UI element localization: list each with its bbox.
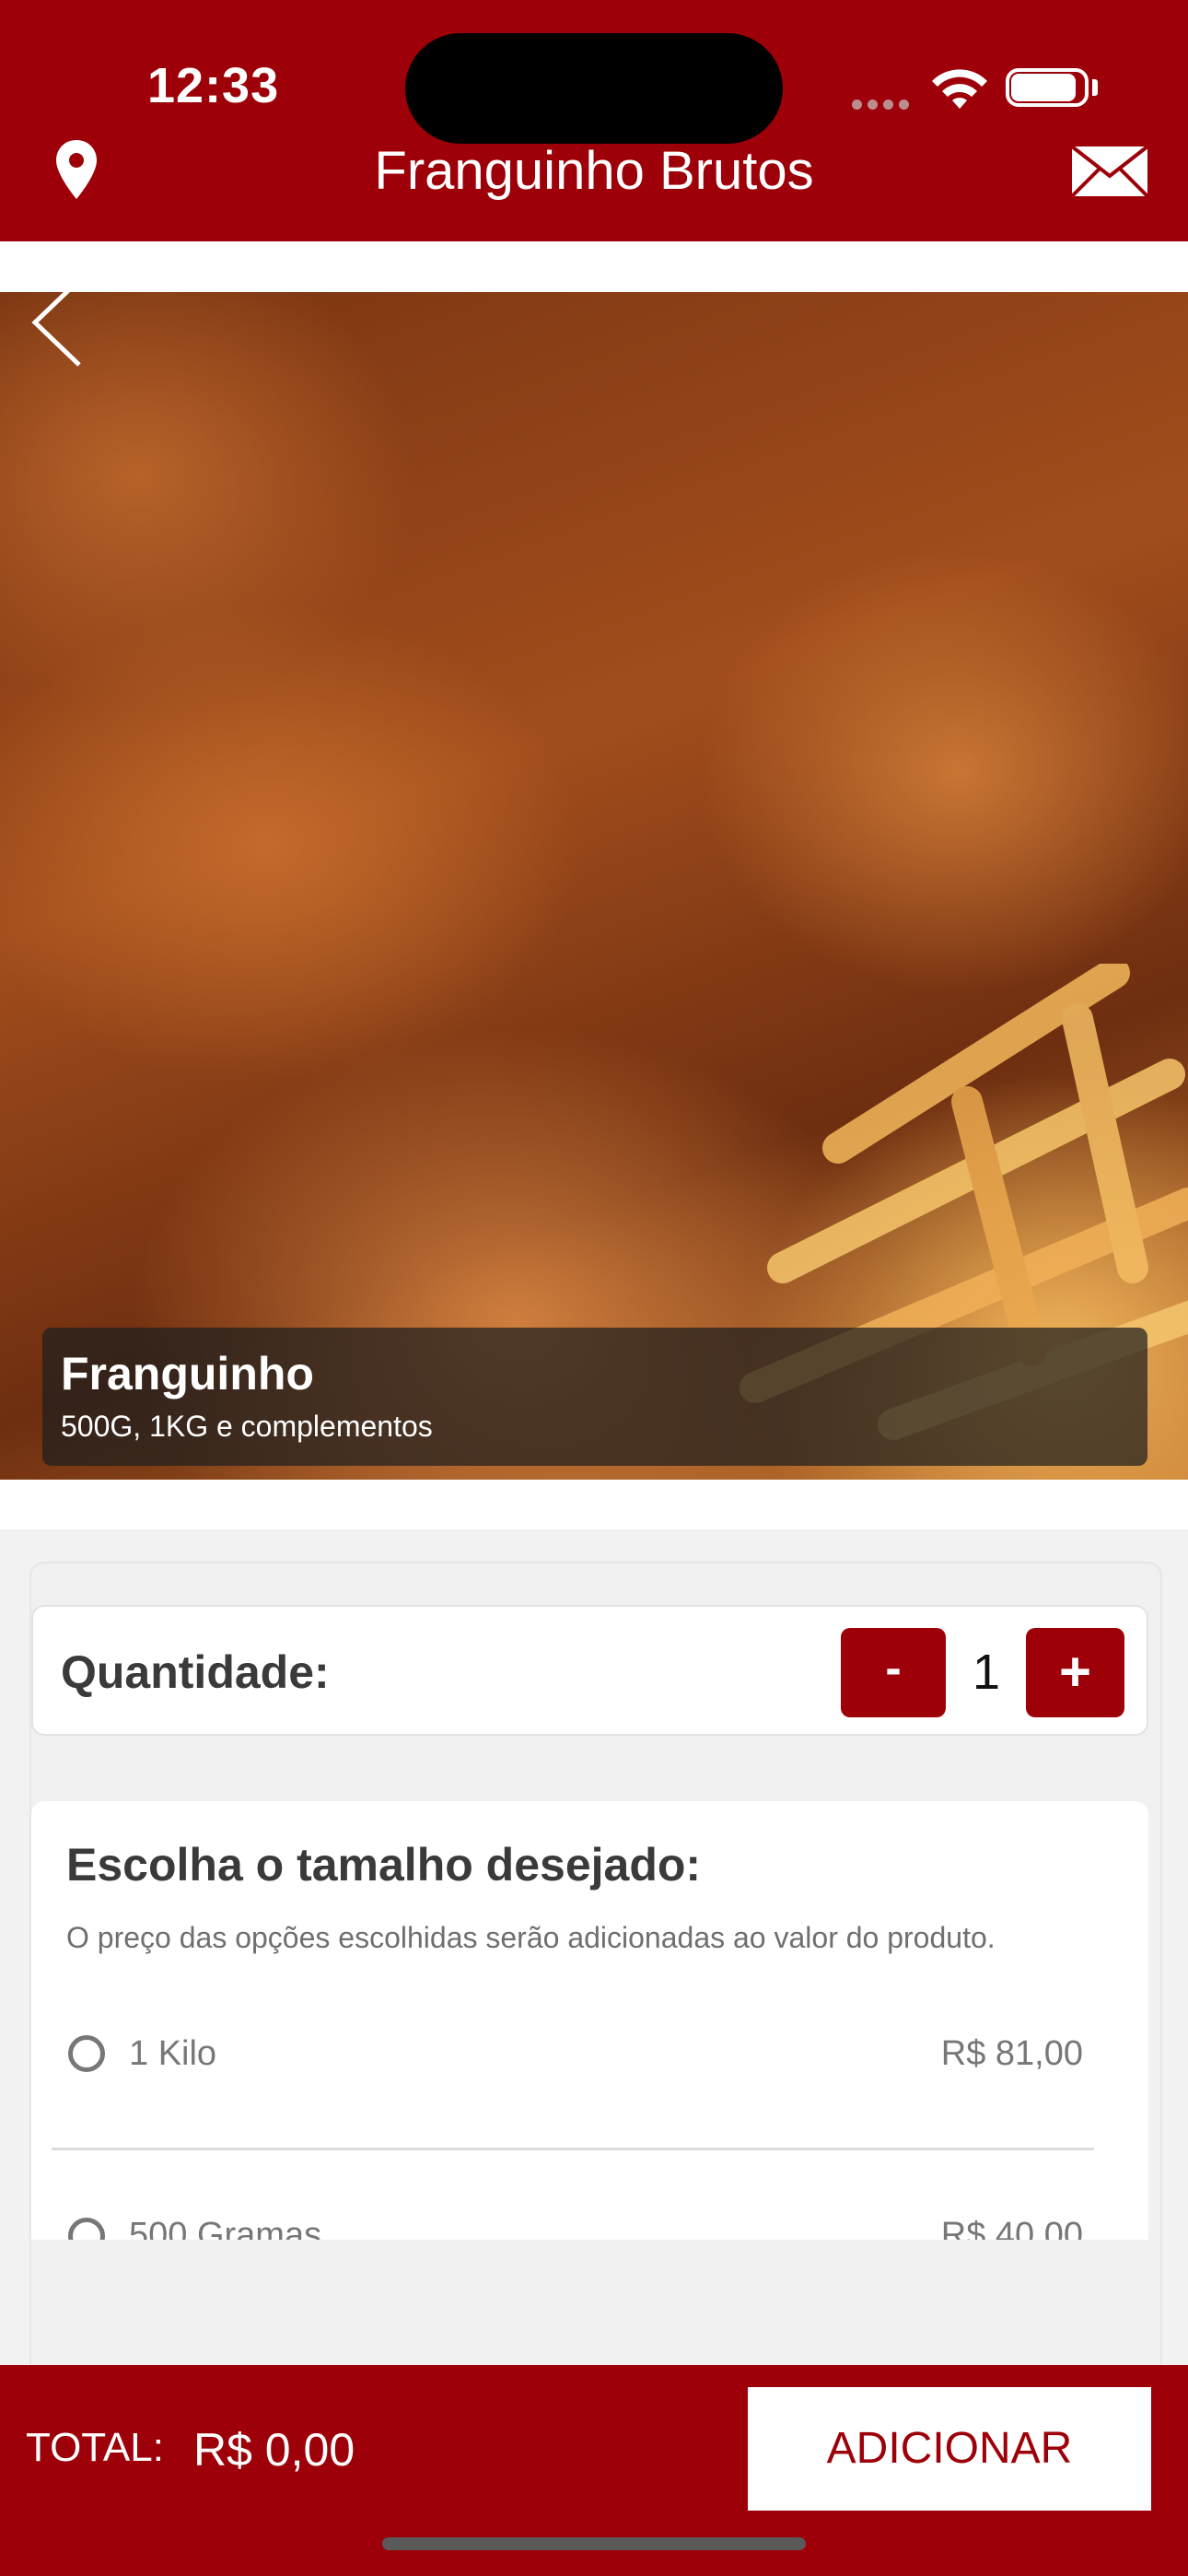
decrease-quantity-button[interactable]: - xyxy=(841,1628,946,1717)
option-name[interactable]: 500 Gramas xyxy=(129,2216,321,2240)
battery-tip xyxy=(1092,79,1098,96)
spacer xyxy=(0,1480,1188,1529)
add-button[interactable]: ADICIONAR xyxy=(748,2387,1151,2511)
options-title: Escolha o tamalho desejado: xyxy=(66,1839,702,1891)
spacer xyxy=(0,241,1188,292)
back-chevron-icon[interactable] xyxy=(28,276,83,373)
product-subtitle: 500G, 1KG e complementos xyxy=(61,1410,433,1443)
quantity-value: 1 xyxy=(972,1645,1001,1700)
total-label: TOTAL: xyxy=(26,2425,164,2470)
option-price: R$ 81,00 xyxy=(940,2034,1083,2073)
page-title: Franguinho Brutos xyxy=(374,141,814,201)
cellular-signal-icon xyxy=(852,98,914,114)
increase-quantity-button[interactable]: + xyxy=(1026,1628,1124,1717)
battery-level xyxy=(1011,74,1076,101)
radio-1-kilo[interactable] xyxy=(68,2035,105,2072)
dynamic-island xyxy=(405,33,783,144)
product-name: Franguinho xyxy=(61,1348,314,1399)
quantity-label: Quantidade: xyxy=(61,1646,330,1698)
wifi-icon xyxy=(928,66,991,117)
option-price: R$ 40,00 xyxy=(940,2216,1083,2240)
options-description: O preço das opções escolhidas serão adic… xyxy=(66,1921,996,1954)
product-image xyxy=(0,292,1188,1480)
total-value: R$ 0,00 xyxy=(193,2424,355,2476)
option-name[interactable]: 1 Kilo xyxy=(129,2034,216,2074)
status-time: 12:33 xyxy=(147,58,280,113)
size-options-scroll[interactable]: Escolha o tamalho desejado: O preço das … xyxy=(31,1801,1148,2240)
home-indicator[interactable] xyxy=(382,2537,806,2550)
divider xyxy=(52,2148,1094,2150)
size-options-card: Escolha o tamalho desejado: O preço das … xyxy=(31,1801,1148,2240)
mail-icon[interactable] xyxy=(1070,145,1149,203)
radio-500-gramas[interactable] xyxy=(68,2218,105,2240)
